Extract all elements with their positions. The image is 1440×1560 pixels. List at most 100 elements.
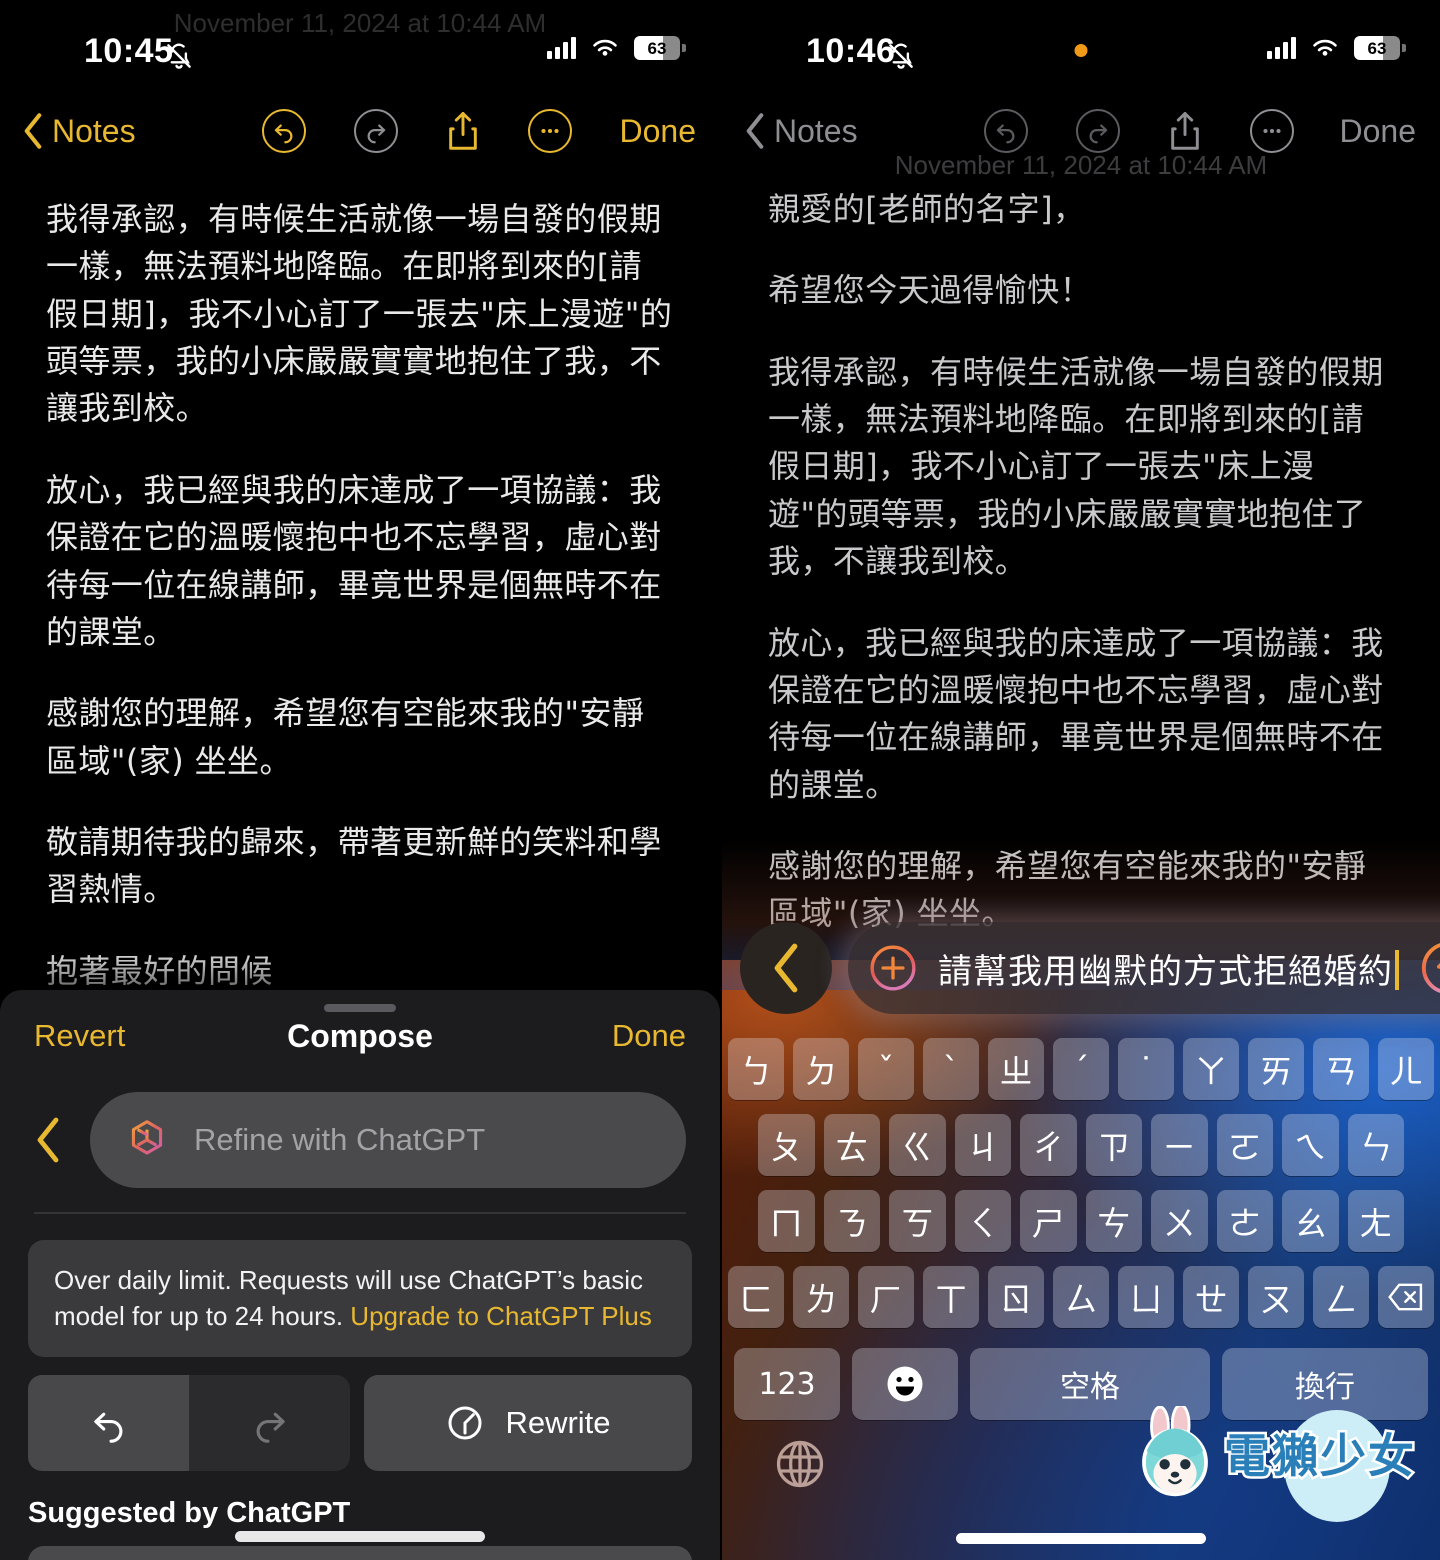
key[interactable]: ㄎ (889, 1190, 946, 1252)
back-label: Notes (52, 112, 136, 149)
share-button[interactable] (446, 110, 480, 152)
bopomofo-keyboard: ㄅ ㄉ ˇ ˋ ㄓ ˊ ˙ ㄚ ㄞ ㄢ ㄦ ㄆ ㄊ ㄍ ㄐ ㄔ ㄗ ㄧ ㄛ ㄟ … (722, 1038, 1440, 1434)
rewrite-label: Rewrite (505, 1405, 611, 1441)
key[interactable]: ㄆ (758, 1114, 815, 1176)
prompt-value: 請幫我用幽默的方式拒絕婚約 (938, 951, 1393, 992)
key[interactable]: ㄛ (1216, 1114, 1273, 1176)
back-to-notes-button[interactable]: Notes (744, 112, 858, 150)
input-back-button[interactable] (740, 922, 832, 1014)
text-caret (1395, 949, 1399, 990)
compose-back-button[interactable] (34, 1116, 62, 1164)
refine-input[interactable]: Refine with ChatGPT (90, 1092, 686, 1188)
cellular-icon (1267, 37, 1296, 59)
compose-undo-button[interactable] (28, 1375, 189, 1472)
key[interactable]: ㄥ (1313, 1266, 1369, 1328)
key[interactable]: ˙ (1118, 1038, 1174, 1100)
share-button[interactable] (1168, 110, 1202, 152)
key[interactable]: ㄑ (954, 1190, 1011, 1252)
key[interactable]: ㄡ (1248, 1266, 1304, 1328)
key[interactable]: ㄢ (1313, 1038, 1369, 1100)
keyboard-row-4: ㄈ ㄌ ㄏ ㄒ ㄖ ㄙ ㄩ ㄝ ㄡ ㄥ (728, 1266, 1434, 1328)
key[interactable]: ㄍ (889, 1114, 946, 1176)
key[interactable]: ㄓ (988, 1038, 1044, 1100)
key[interactable]: ㄐ (954, 1114, 1011, 1176)
back-to-notes-button[interactable]: Notes (22, 112, 136, 150)
compose-done-button[interactable]: Done (612, 1018, 686, 1054)
ai-input-bar: 請幫我用幽默的方式拒絕婚約 (722, 916, 1440, 1020)
keyboard-row-3: ㄇ ㄋ ㄎ ㄑ ㄕ ㄘ ㄨ ㄜ ㄠ ㄤ (728, 1190, 1434, 1252)
key[interactable]: ㄟ (1282, 1114, 1339, 1176)
undo-icon (996, 124, 1015, 144)
key[interactable]: ㄏ (858, 1266, 914, 1328)
undo-icon (93, 1412, 122, 1444)
send-arrow-up-icon[interactable] (1419, 939, 1440, 997)
key[interactable]: ㄌ (793, 1266, 849, 1328)
undo-button[interactable] (984, 109, 1028, 153)
key[interactable]: ㄗ (1085, 1114, 1142, 1176)
undo-button[interactable] (262, 109, 306, 153)
keyboard-area: 請幫我用幽默的方式拒絕婚約 ㄅ ㄉ ˇ ˋ ㄓ ˊ ˙ ㄚ ㄞ ㄢ ㄦ ㄆ ㄊ … (722, 840, 1440, 1560)
key[interactable]: ㄕ (1020, 1190, 1077, 1252)
key[interactable]: ㄅ (728, 1038, 784, 1100)
key[interactable]: ㄜ (1216, 1190, 1273, 1252)
watermark-text: 電獺少女 (1222, 1427, 1417, 1486)
key[interactable]: ㄔ (1020, 1114, 1077, 1176)
undo-icon (274, 124, 293, 144)
globe-language-icon[interactable] (772, 1436, 828, 1492)
home-indicator-right (956, 1533, 1206, 1544)
keyboard-row-2: ㄆ ㄊ ㄍ ㄐ ㄔ ㄗ ㄧ ㄛ ㄟ ㄣ (728, 1114, 1434, 1176)
plus-circle-icon[interactable] (868, 943, 918, 993)
emoji-smiley-icon (887, 1366, 923, 1402)
key[interactable]: ㄚ (1183, 1038, 1239, 1100)
key[interactable]: ˊ (1053, 1038, 1109, 1100)
key[interactable]: ㄇ (758, 1190, 815, 1252)
status-indicators-left: 63 (547, 36, 686, 60)
status-bar-left: 10:45 63 (0, 0, 720, 92)
note-paragraph: 我得承認，有時候生活就像一場自發的假期一樣，無法預料地降臨。在即將到來的[請假日… (768, 352, 1384, 581)
key[interactable]: ㄦ (1378, 1038, 1434, 1100)
redo-button[interactable] (354, 109, 398, 153)
key[interactable]: ㄩ (1118, 1266, 1174, 1328)
screenshot-stage: November 11, 2024 at 10:44 AM 10:45 63 N… (0, 0, 1440, 1560)
note-paragraph: 放心，我已經與我的床達成了一項協議：我保證在它的溫暖懷抱中也不忘學習，虛心對待每… (46, 470, 662, 651)
ai-prompt-text: 請幫我用幽默的方式拒絕婚約 (938, 944, 1399, 993)
wifi-icon (593, 39, 617, 56)
key[interactable]: ㄠ (1282, 1190, 1339, 1252)
note-toolbar-right: Notes Done (722, 96, 1440, 166)
suggested-card[interactable] (28, 1546, 692, 1560)
rewrite-button[interactable]: Rewrite (364, 1375, 692, 1472)
compose-redo-button[interactable] (189, 1375, 350, 1472)
key[interactable]: ˋ (923, 1038, 979, 1100)
back-label: Notes (774, 112, 858, 149)
redo-button[interactable] (1076, 109, 1120, 153)
key[interactable]: ㄞ (1248, 1038, 1304, 1100)
key[interactable]: ㄙ (1053, 1266, 1109, 1328)
keyboard-row-1: ㄅ ㄉ ˇ ˋ ㄓ ˊ ˙ ㄚ ㄞ ㄢ ㄦ (728, 1038, 1434, 1100)
key[interactable]: ㄊ (823, 1114, 880, 1176)
refine-row: Refine with ChatGPT (0, 1092, 720, 1188)
done-button-left[interactable]: Done (620, 113, 697, 150)
key[interactable]: ㄨ (1151, 1190, 1208, 1252)
key[interactable]: ㄈ (728, 1266, 784, 1328)
key[interactable]: ˇ (858, 1038, 914, 1100)
key[interactable]: ㄉ (793, 1038, 849, 1100)
chevron-left-icon (746, 113, 764, 149)
chevron-left-icon (774, 943, 798, 993)
backspace-key[interactable] (1378, 1266, 1434, 1328)
note-body-left[interactable]: 我得承認，有時候生活就像一場自發的假期一樣，無法預料地降臨。在即將到來的[請假日… (0, 196, 720, 1076)
key[interactable]: ㄧ (1151, 1114, 1208, 1176)
status-bar-right: 10:46 63 (722, 0, 1440, 92)
key[interactable]: ㄒ (923, 1266, 979, 1328)
done-button-right[interactable]: Done (1340, 113, 1417, 150)
key[interactable]: ㄣ (1347, 1114, 1404, 1176)
key[interactable]: ㄋ (823, 1190, 880, 1252)
key[interactable]: ㄝ (1183, 1266, 1239, 1328)
key[interactable]: ㄖ (988, 1266, 1044, 1328)
upgrade-link[interactable]: Upgrade to ChatGPT Plus (350, 1301, 652, 1331)
rewrite-clock-icon (448, 1406, 482, 1440)
key[interactable]: ㄘ (1085, 1190, 1142, 1252)
more-options-button[interactable] (528, 109, 572, 153)
more-options-button[interactable] (1250, 109, 1294, 153)
key[interactable]: ㄤ (1347, 1190, 1404, 1252)
ai-prompt-input[interactable]: 請幫我用幽默的方式拒絕婚約 (848, 922, 1440, 1014)
